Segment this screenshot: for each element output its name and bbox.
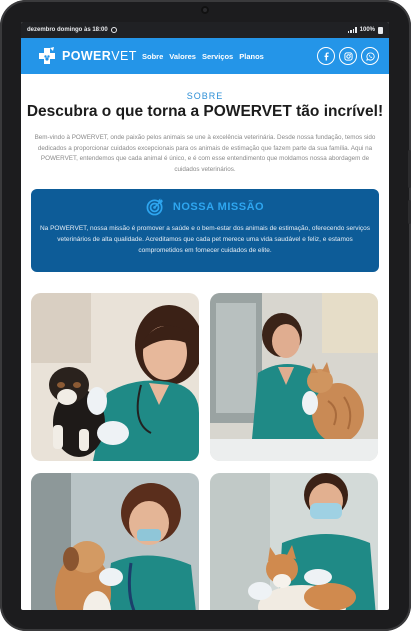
section-tag: SOBRE xyxy=(186,91,224,101)
brand-name: POWERVET xyxy=(62,49,137,63)
facebook-icon xyxy=(324,51,329,61)
intro-paragraph: Bem-vindo à POWERVET, onde paixão pelos … xyxy=(34,134,376,173)
navbar: POWERVET Sobre Valores Serviços Planos xyxy=(21,38,389,74)
mission-text: Na POWERVET, nossa missão é promover a s… xyxy=(39,225,371,254)
photo-vet-with-orange-cat xyxy=(210,473,378,610)
mission-card: NOSSA MISSÃO Na POWERVET, nossa missão é… xyxy=(31,189,379,272)
social-links xyxy=(317,47,379,65)
photo-vet-with-dog xyxy=(31,473,199,610)
photo-gallery xyxy=(31,293,389,610)
notification-icon xyxy=(110,27,117,33)
front-camera xyxy=(201,6,209,14)
facebook-button[interactable] xyxy=(317,47,335,65)
signal-icon xyxy=(348,27,357,33)
photo-vet-with-tabby-cat xyxy=(210,293,378,461)
battery-icon xyxy=(378,26,383,34)
brand-logo[interactable]: POWERVET xyxy=(36,45,142,67)
mission-header: NOSSA MISSÃO xyxy=(31,197,379,216)
status-bar: dezembro domingo às 18:00 100% xyxy=(21,22,389,38)
instagram-button[interactable] xyxy=(339,47,357,65)
nav-menu: Sobre Valores Serviços Planos xyxy=(142,52,264,61)
battery-percent: 100% xyxy=(359,27,375,33)
nav-link-valores[interactable]: Valores xyxy=(169,52,196,61)
nav-link-sobre[interactable]: Sobre xyxy=(142,52,163,61)
page-title: Descubra o que torna a POWERVET tão incr… xyxy=(26,103,384,120)
nav-link-planos[interactable]: Planos xyxy=(239,52,264,61)
whatsapp-icon xyxy=(365,51,375,61)
status-datetime: dezembro domingo às 18:00 xyxy=(27,27,108,33)
whatsapp-button[interactable] xyxy=(361,47,379,65)
paw-cross-icon xyxy=(39,47,55,64)
tablet-frame: dezembro domingo às 18:00 100% POWERVET … xyxy=(0,0,411,631)
brand-name-bold: POWER xyxy=(62,49,112,63)
mission-title: NOSSA MISSÃO xyxy=(172,200,265,213)
screen: dezembro domingo às 18:00 100% POWERVET … xyxy=(21,22,389,610)
photo-vet-with-puppy xyxy=(31,293,199,461)
instagram-icon xyxy=(343,51,353,61)
nav-link-servicos[interactable]: Serviços xyxy=(202,52,233,61)
brand-name-light: VET xyxy=(111,49,137,63)
target-icon xyxy=(146,198,164,216)
